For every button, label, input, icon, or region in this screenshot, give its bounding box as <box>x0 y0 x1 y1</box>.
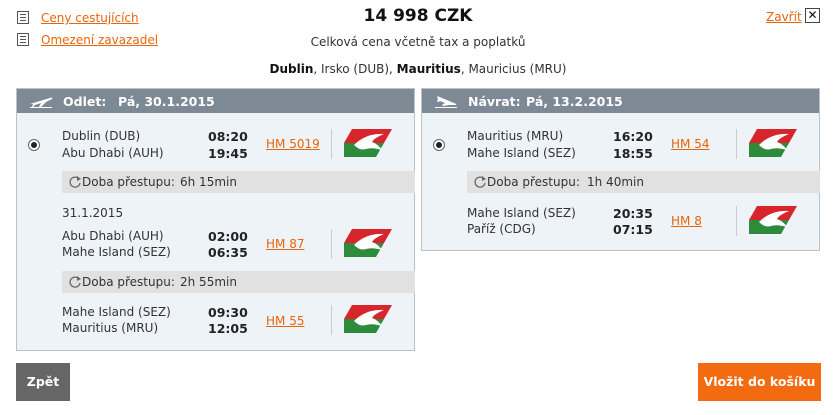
outbound-radio[interactable] <box>28 139 40 151</box>
return-radio[interactable] <box>433 139 445 151</box>
arrival-time: 07:15 <box>613 222 653 237</box>
airline-logo-icon <box>344 305 392 333</box>
departure-plane-icon <box>30 97 53 108</box>
divider <box>331 229 332 259</box>
segment-from: Dublin (DUB) <box>62 129 141 143</box>
departure-time: 08:20 <box>208 129 248 144</box>
route-from-rest: , Irsko (DUB), <box>313 62 397 76</box>
flight-number-link[interactable]: HM 54 <box>671 137 709 151</box>
back-button[interactable]: Zpět <box>16 363 70 401</box>
outbound-header: Odlet: Pá, 30.1.2015 <box>17 89 414 113</box>
transfer-label: Doba přestupu: <box>82 175 175 189</box>
transfer-duration: 1h 40min <box>587 175 644 189</box>
return-date: Pá, 13.2.2015 <box>526 94 623 109</box>
segment-from: Abu Dhabi (AUH) <box>62 229 164 243</box>
segment-to: Paříž (CDG) <box>467 222 536 236</box>
departure-time: 09:30 <box>208 305 248 320</box>
divider <box>331 305 332 335</box>
segment-date: 31.1.2015 <box>62 206 124 220</box>
airline-logo-icon <box>344 229 392 257</box>
arrival-time: 06:35 <box>208 245 248 260</box>
transfer-row: Doba přestupu: 6h 15min <box>62 171 415 193</box>
segment-to: Mahe Island (SEZ) <box>62 245 171 259</box>
divider <box>331 129 332 159</box>
divider <box>736 129 737 159</box>
transfer-row: Doba přestupu: 1h 40min <box>467 171 820 193</box>
arrival-time: 18:55 <box>613 146 653 161</box>
route-summary: Dublin, Irsko (DUB), Mauritius, Mauriciu… <box>0 62 836 76</box>
return-panel: Návrat: Pá, 13.2.2015 Mauritius (MRU) Ma… <box>421 88 820 251</box>
arrival-plane-icon <box>435 96 457 108</box>
segment-from: Mauritius (MRU) <box>467 129 564 143</box>
refresh-icon <box>69 276 81 288</box>
arrival-time: 19:45 <box>208 146 248 161</box>
refresh-icon <box>474 176 486 188</box>
outbound-label: Odlet: <box>63 94 107 109</box>
segment-to: Mahe Island (SEZ) <box>467 146 576 160</box>
departure-time: 02:00 <box>208 229 248 244</box>
total-price: 14 998 CZK <box>363 6 473 26</box>
transfer-row: Doba přestupu: 2h 55min <box>62 271 415 293</box>
flight-number-link[interactable]: HM 5019 <box>266 137 320 151</box>
airline-logo-icon <box>344 129 392 157</box>
route-to-city: Mauritius <box>396 62 461 76</box>
segment-from: Mahe Island (SEZ) <box>467 206 576 220</box>
return-label: Návrat: <box>468 94 521 109</box>
segment-to: Abu Dhabi (AUH) <box>62 146 164 160</box>
flight-number-link[interactable]: HM 8 <box>671 214 702 228</box>
departure-time: 20:35 <box>613 206 653 221</box>
flight-number-link[interactable]: HM 55 <box>266 314 304 328</box>
return-header: Návrat: Pá, 13.2.2015 <box>422 89 819 113</box>
outbound-date: Pá, 30.1.2015 <box>118 94 215 109</box>
segment-from: Mahe Island (SEZ) <box>62 305 171 319</box>
transfer-label: Doba přestupu: <box>82 275 175 289</box>
outbound-panel: Odlet: Pá, 30.1.2015 Dublin (DUB) Abu Dh… <box>16 88 415 351</box>
route-to-rest: , Mauricius (MRU) <box>460 62 567 76</box>
arrival-time: 12:05 <box>208 321 248 336</box>
flight-number-link[interactable]: HM 87 <box>266 237 304 251</box>
divider <box>736 206 737 236</box>
transfer-label: Doba přestupu: <box>487 175 580 189</box>
airline-logo-icon <box>749 206 797 234</box>
transfer-duration: 2h 55min <box>180 275 237 289</box>
add-to-cart-button[interactable]: Vložit do košíku <box>698 363 821 401</box>
route-from-city: Dublin <box>269 62 314 76</box>
transfer-duration: 6h 15min <box>180 175 237 189</box>
departure-time: 16:20 <box>613 129 653 144</box>
refresh-icon <box>69 176 81 188</box>
segment-to: Mauritius (MRU) <box>62 321 159 335</box>
price-subtitle: Celková cena včetně tax a poplatků <box>310 35 526 49</box>
airline-logo-icon <box>749 129 797 157</box>
